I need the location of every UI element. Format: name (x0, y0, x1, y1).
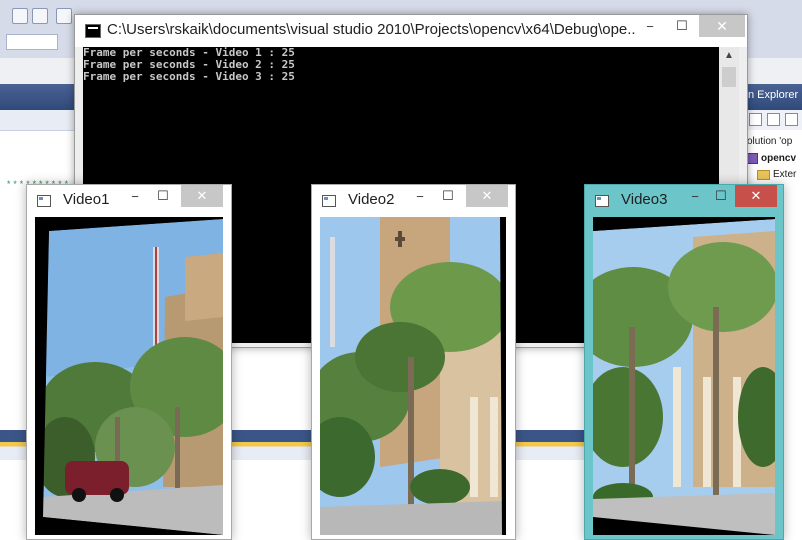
solution-tree-item-label: olution 'op (747, 136, 793, 147)
video1-title: Video1 (63, 191, 110, 208)
window-app-icon[interactable] (595, 195, 609, 207)
console-line: Frame per seconds - Video 3 : 25 (83, 70, 295, 83)
solution-tree-item[interactable]: olution 'op (747, 136, 792, 147)
console-app-icon[interactable] (85, 24, 101, 38)
undo-icon[interactable] (56, 8, 72, 24)
minimize-button[interactable]: − (635, 15, 665, 37)
minimize-button[interactable]: − (123, 185, 147, 207)
minimize-button[interactable]: − (408, 185, 432, 207)
minimize-button[interactable]: − (683, 185, 707, 207)
video1-window[interactable]: Video1 − ☐ ✕ (26, 184, 232, 540)
console-title: C:\Users\rskaik\documents\visual studio … (107, 21, 637, 38)
window-app-icon[interactable] (37, 195, 51, 207)
close-button[interactable]: ✕ (466, 185, 508, 207)
solution-tree-item-label: Exter (773, 169, 797, 180)
video3-image (593, 217, 775, 535)
video3-window[interactable]: Video3 − ☐ ✕ (584, 184, 784, 540)
maximize-button[interactable]: ☐ (667, 15, 697, 37)
console-titlebar[interactable]: C:\Users\rskaik\documents\visual studio … (75, 15, 747, 47)
video3-title: Video3 (621, 191, 668, 208)
maximize-button[interactable]: ☐ (436, 185, 460, 207)
refresh-icon[interactable] (785, 113, 798, 126)
save-icon[interactable] (12, 8, 28, 24)
show-all-files-icon[interactable] (767, 113, 780, 126)
solution-tree-item-label: opencv (761, 152, 797, 164)
scroll-thumb[interactable] (722, 67, 736, 87)
save-all-icon[interactable] (32, 8, 48, 24)
video2-frame (320, 217, 506, 535)
scroll-up-arrow-icon[interactable]: ▲ (719, 47, 739, 63)
maximize-button[interactable]: ☐ (151, 185, 175, 207)
video3-frame (593, 217, 775, 535)
close-button[interactable]: ✕ (699, 15, 745, 37)
close-button[interactable]: ✕ (181, 185, 223, 207)
video2-title: Video2 (348, 191, 395, 208)
folder-icon (757, 169, 770, 180)
solution-tree-item[interactable]: opencv (747, 152, 797, 164)
maximize-button[interactable]: ☐ (709, 185, 733, 207)
close-button[interactable]: ✕ (735, 185, 777, 207)
video1-frame (35, 217, 223, 535)
solution-explorer-toolbar (745, 110, 802, 130)
solution-explorer-title: n Explorer (748, 89, 799, 101)
video1-image (35, 217, 223, 535)
project-icon (747, 152, 758, 164)
video2-window[interactable]: Video2 − ☐ ✕ (311, 184, 516, 540)
properties-icon[interactable] (749, 113, 762, 126)
config-dropdown[interactable] (6, 34, 58, 50)
window-app-icon[interactable] (322, 195, 336, 207)
video2-image (320, 217, 506, 535)
solution-tree-item[interactable]: Exter (757, 169, 796, 180)
